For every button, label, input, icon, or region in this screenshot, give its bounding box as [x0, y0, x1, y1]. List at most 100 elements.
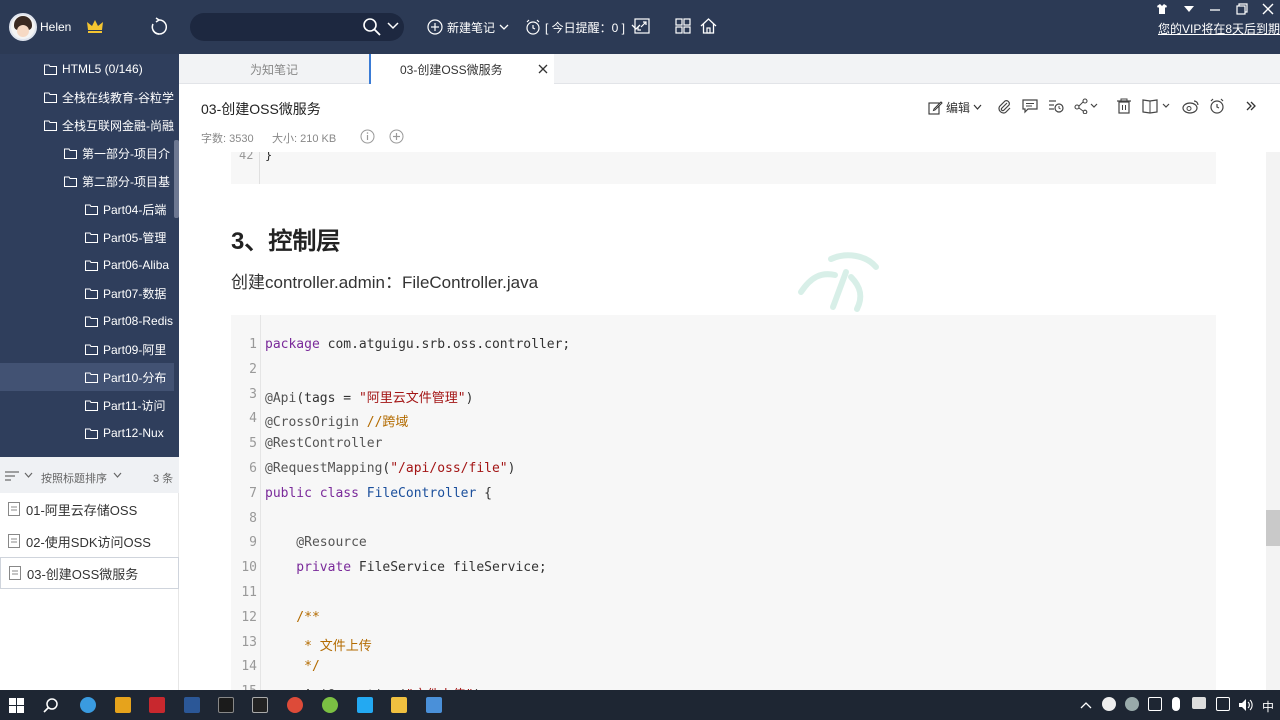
app-icon-word[interactable]	[184, 697, 200, 713]
code-line: 9 @Resource	[231, 535, 1211, 555]
new-note-label: 新建笔记	[447, 20, 496, 35]
weibo-icon[interactable]	[1182, 98, 1200, 114]
add-tag-icon[interactable]	[389, 129, 404, 144]
home-icon[interactable]	[700, 18, 717, 34]
tree-item-shangrong[interactable]: 全栈互联网金融-尚融	[44, 111, 174, 139]
tab-wiznote[interactable]: 为知笔记	[179, 54, 369, 84]
tree-item-part12[interactable]: Part12-Nux	[85, 419, 174, 447]
tree-item-part11[interactable]: Part11-访问	[85, 391, 174, 419]
app-icon-red-app[interactable]	[149, 697, 165, 713]
note-title-field[interactable]: 03-创建OSS微服务	[201, 99, 321, 119]
code-line: 11	[231, 585, 1211, 605]
tray-device-icon[interactable]	[1192, 697, 1206, 709]
app-icon-intellij[interactable]	[218, 697, 234, 713]
input-method-indicator[interactable]: 中	[1262, 698, 1274, 715]
app-icon-explorer-alt[interactable]	[115, 697, 131, 713]
tree-item-part05[interactable]: Part05-管理	[85, 223, 174, 251]
info-icon[interactable]	[360, 129, 375, 144]
username[interactable]: Helen	[40, 20, 71, 34]
share-icon[interactable]	[1074, 98, 1098, 114]
search-icon[interactable]	[43, 697, 59, 713]
app-icon-terminal[interactable]	[252, 697, 268, 713]
line-number: 3	[249, 386, 257, 402]
search-icon[interactable]	[362, 17, 382, 37]
folder-icon	[64, 176, 77, 187]
tree-item-guli[interactable]: 全栈在线教育-谷粒学	[44, 83, 174, 111]
note-item-active[interactable]: 03-创建OSS微服务	[0, 557, 179, 589]
folder-icon	[85, 260, 98, 271]
code-line: 4 @CrossOrigin //跨域	[231, 411, 1211, 431]
minimize-icon[interactable]	[1208, 2, 1222, 16]
code-text: @CrossOrigin //跨域	[265, 415, 409, 431]
microphone-icon[interactable]	[1172, 697, 1180, 711]
restore-icon[interactable]	[1235, 2, 1249, 16]
tree-item-part08[interactable]: Part08-Redis	[85, 307, 174, 335]
reading-mode-icon[interactable]	[1142, 98, 1172, 114]
sort-label[interactable]: 按照标题排序	[41, 470, 107, 486]
tree-item-part06[interactable]: Part06-Aliba	[85, 251, 174, 279]
search-input[interactable]	[202, 19, 352, 35]
alarm-clock-icon[interactable]	[1209, 98, 1225, 114]
edit-button[interactable]: 编辑	[928, 98, 982, 116]
grid-icon[interactable]	[675, 18, 691, 34]
line-number: 4	[249, 411, 257, 427]
tray-window-icon[interactable]	[1148, 697, 1162, 711]
tree-item-label: Part10-分布	[103, 370, 167, 385]
close-tab-icon[interactable]	[537, 63, 549, 75]
content-scrollbar-thumb[interactable]	[1266, 510, 1280, 546]
comment-icon[interactable]	[1022, 98, 1038, 114]
windows-start-icon[interactable]	[9, 698, 24, 713]
plus-circle-icon	[427, 19, 443, 35]
close-icon[interactable]	[1261, 2, 1275, 16]
more-chevrons-icon[interactable]	[1245, 100, 1257, 112]
line-number: 8	[249, 510, 257, 526]
chevron-down-icon[interactable]	[24, 472, 33, 478]
note-list-header: 按照标题排序 3 条	[0, 457, 179, 493]
menu-dropdown-icon[interactable]	[1182, 2, 1196, 16]
chevron-down-icon[interactable]	[113, 472, 122, 478]
history-icon[interactable]	[1048, 98, 1064, 114]
tree-item-part1[interactable]: 第一部分-项目介	[64, 139, 174, 167]
tree-item-part07[interactable]: Part07-数据	[85, 279, 174, 307]
tray-app-icon[interactable]	[1125, 697, 1139, 711]
app-icon-browser[interactable]	[80, 697, 96, 713]
app-icon-file-explorer[interactable]	[391, 697, 407, 713]
volume-icon[interactable]	[1238, 698, 1254, 712]
tree-item-html5[interactable]: HTML5 (0/146)	[44, 55, 174, 83]
code-text: @Api(tags = "阿里云文件管理")	[265, 390, 474, 406]
content-scrollbar-track[interactable]	[1266, 152, 1280, 690]
note-item[interactable]: 02-使用SDK访问OSS	[0, 525, 179, 557]
tree-item-part10[interactable]: Part10-分布	[0, 363, 174, 391]
attachment-icon[interactable]	[996, 98, 1012, 114]
app-icon-chrome[interactable]	[287, 697, 303, 713]
tree-item-part09[interactable]: Part09-阿里	[85, 335, 174, 363]
code-text: public class FileController {	[265, 485, 492, 501]
tray-qq-icon[interactable]	[1102, 697, 1116, 711]
tree-item-part2[interactable]: 第二部分-项目基	[64, 167, 174, 195]
tab-current-note[interactable]: 03-创建OSS微服务	[369, 54, 554, 84]
user-avatar[interactable]	[9, 13, 37, 41]
app-icon-vscode[interactable]	[357, 697, 373, 713]
tree-item-part04[interactable]: Part04-后端	[85, 195, 174, 223]
code-text: @RestController	[265, 436, 383, 452]
tray-expand-icon[interactable]	[1080, 701, 1092, 709]
note-content[interactable]: 42 } 3、控制层 创建controller.admin：FileContro…	[179, 152, 1266, 690]
word-count: 字数: 3530	[201, 133, 254, 145]
chevron-down-icon[interactable]	[387, 22, 399, 30]
tree-item-label: 第二部分-项目基	[82, 174, 170, 189]
note-item[interactable]: 01-阿里云存储OSS	[0, 493, 179, 525]
tray-display-icon[interactable]	[1216, 697, 1230, 711]
new-note-button[interactable]: 新建笔记	[427, 17, 509, 37]
app-icon-wiznote[interactable]	[426, 697, 442, 713]
line-number: 7	[249, 485, 257, 501]
reminder-button[interactable]: [ 今日提醒：0 ]	[525, 17, 641, 37]
sync-icon[interactable]	[150, 17, 168, 37]
skin-icon[interactable]	[1155, 2, 1169, 16]
trash-icon[interactable]	[1116, 98, 1132, 114]
app-icon-green-app[interactable]	[322, 697, 338, 713]
folder-icon	[44, 64, 57, 75]
vip-expiry-link[interactable]: 您的VIP将在8天后到期	[1158, 20, 1280, 37]
list-icon[interactable]	[4, 470, 20, 482]
expand-icon[interactable]	[634, 18, 650, 34]
folder-icon	[85, 428, 98, 439]
